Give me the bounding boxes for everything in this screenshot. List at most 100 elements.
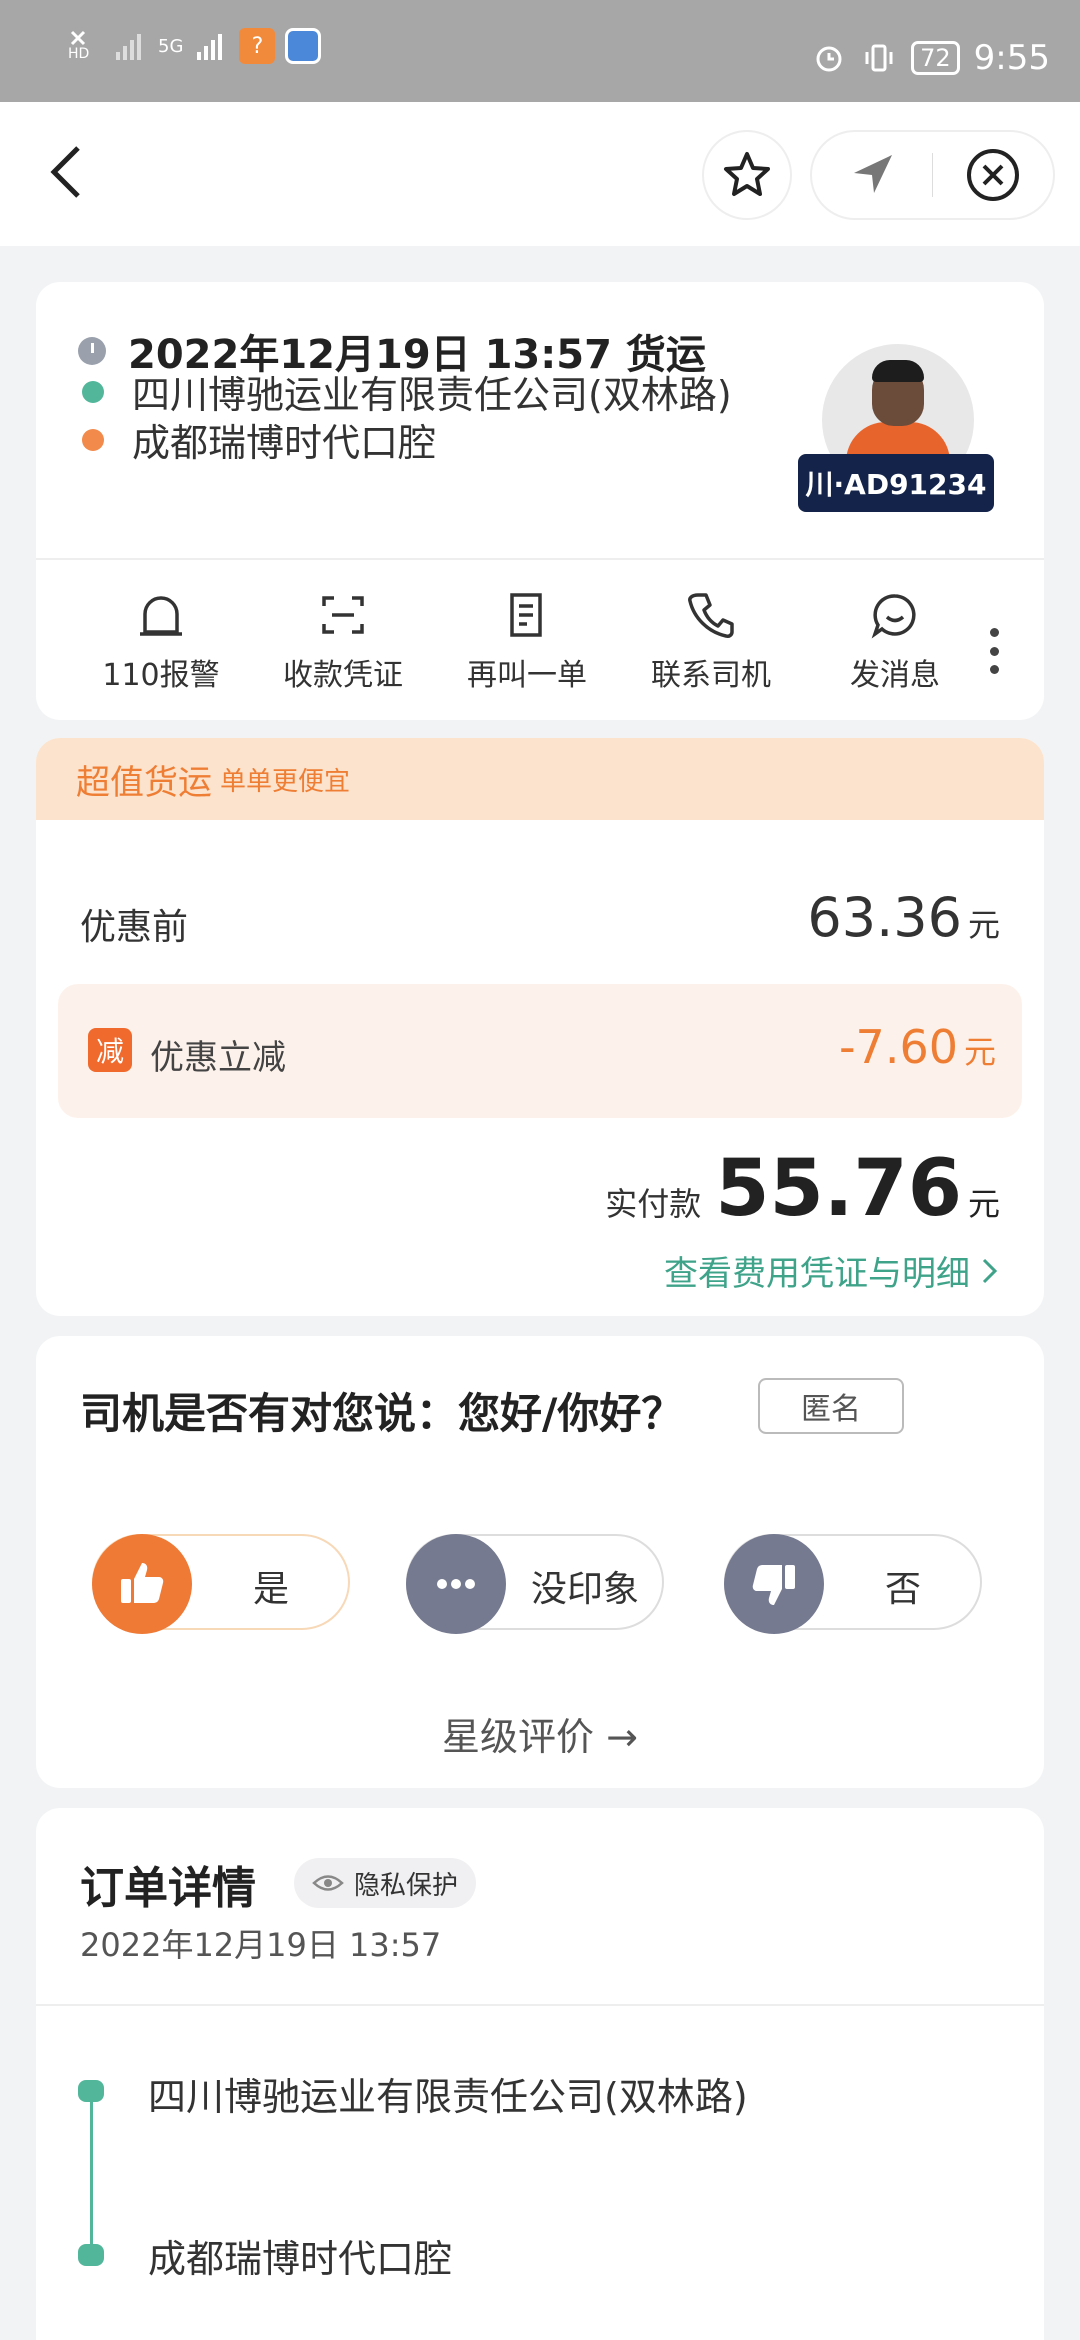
status-bar: HD 5G ? 72 9:55 bbox=[0, 0, 1080, 102]
action-label: 再叫一单 bbox=[467, 658, 587, 693]
order-date: 2022年12月19日 13:57 bbox=[80, 1926, 442, 1964]
discount-row: 减 优惠立减 -7.60 元 bbox=[58, 984, 1022, 1118]
action-label: 发消息 bbox=[850, 658, 940, 693]
promo-title: 超值货运 bbox=[76, 762, 212, 803]
pickup-marker-icon bbox=[78, 2080, 104, 2102]
trip-dropoff-row: 成都瑞博时代口腔 bbox=[82, 412, 436, 467]
navigation-arrow-icon bbox=[853, 155, 892, 193]
svg-text:HD: HD bbox=[68, 46, 89, 62]
trip-dropoff-address: 成都瑞博时代口腔 bbox=[132, 421, 437, 465]
promo-subtitle: 单单更便宜 bbox=[220, 766, 351, 797]
more-dot-icon bbox=[989, 628, 999, 637]
network-label: 5G bbox=[158, 35, 184, 57]
action-label: 110报警 bbox=[102, 658, 220, 693]
order-card-divider bbox=[36, 2004, 1044, 2006]
order-detail-title: 订单详情 bbox=[80, 1863, 256, 1914]
feedback-no-impression-button[interactable]: 没印象 bbox=[406, 1534, 664, 1634]
action-payment-receipt[interactable]: 收款凭证 bbox=[268, 588, 418, 694]
currency-unit: 元 bbox=[963, 1033, 996, 1071]
signal-icon bbox=[112, 28, 148, 64]
trip-pickup-row: 四川博驰运业有限责任公司(双林路) bbox=[82, 364, 732, 419]
action-send-message[interactable]: 发消息 bbox=[820, 588, 970, 694]
chat-bubble-icon bbox=[871, 594, 916, 639]
more-actions-button[interactable] bbox=[986, 628, 1002, 674]
privacy-label: 隐私保护 bbox=[354, 1870, 459, 1901]
clock-time: 9:55 bbox=[973, 38, 1050, 78]
discount-badge-icon: 减 bbox=[88, 1028, 132, 1072]
signal-5g-icon bbox=[193, 28, 229, 64]
order-pickup-address: 四川博驰运业有限责任公司(双林路) bbox=[148, 2075, 748, 2119]
action-label: 收款凭证 bbox=[283, 658, 403, 693]
feedback-yes-button[interactable]: 是 bbox=[92, 1534, 350, 1634]
clock-icon bbox=[78, 337, 106, 365]
reorder-document-icon bbox=[510, 593, 542, 637]
feedback-option-label: 是 bbox=[252, 1569, 289, 1610]
discount-amount: -7.60 元 bbox=[839, 1020, 996, 1074]
fee-card: 超值货运 单单更便宜 优惠前 63.36 元 减 优惠立减 -7.60 元 实付款 … bbox=[36, 738, 1044, 1316]
alarm-bell-icon bbox=[140, 596, 182, 636]
ellipsis-icon bbox=[406, 1534, 506, 1634]
action-police-alarm[interactable]: 110报警 bbox=[86, 588, 236, 694]
trip-summary-card: 2022年12月19日 13:57 货运 四川博驰运业有限责任公司(双林路) 成… bbox=[36, 282, 1044, 720]
pickup-dot-icon bbox=[82, 380, 104, 403]
app-notification-icon: ? bbox=[239, 28, 276, 64]
hd-call-icon: HD bbox=[66, 28, 102, 64]
thumbs-up-icon bbox=[92, 1534, 192, 1634]
license-plate-badge: 川·AD91234 bbox=[798, 454, 994, 512]
phone-icon bbox=[688, 593, 734, 638]
star-rating-link[interactable]: 星级评价 → bbox=[36, 1706, 1044, 1761]
original-price-label: 优惠前 bbox=[80, 907, 189, 948]
battery-level: 72 bbox=[911, 41, 960, 75]
paid-label: 实付款 bbox=[605, 1185, 702, 1223]
fee-detail-label: 查看费用凭证与明细 bbox=[664, 1254, 970, 1294]
privacy-protection-badge[interactable]: 隐私保护 bbox=[294, 1858, 477, 1908]
fee-detail-link[interactable]: 查看费用凭证与明细 bbox=[664, 1246, 1000, 1295]
paid-value: 55.76 bbox=[715, 1144, 962, 1234]
driver-feedback-card: 司机是否有对您说：您好/你好？ 匿名 是 没印象 否 星级评价 → bbox=[36, 1336, 1044, 1788]
original-price: 63.36 元 bbox=[807, 886, 1000, 949]
action-label: 联系司机 bbox=[651, 658, 771, 693]
status-bar-left: HD 5G ? bbox=[66, 28, 322, 64]
feedback-question: 司机是否有对您说：您好/你好？ bbox=[80, 1389, 684, 1438]
currency-unit: 元 bbox=[967, 906, 1000, 944]
favorite-button[interactable] bbox=[702, 130, 792, 220]
route-line bbox=[90, 2092, 93, 2252]
feedback-no-button[interactable]: 否 bbox=[724, 1534, 982, 1634]
paid-amount-row: 实付款 55.76 元 bbox=[605, 1144, 1000, 1234]
feedback-option-label: 否 bbox=[884, 1569, 921, 1610]
more-dot-icon bbox=[989, 665, 999, 674]
location-button[interactable] bbox=[812, 132, 932, 218]
action-reorder[interactable]: 再叫一单 bbox=[452, 588, 602, 694]
receipt-scan-icon bbox=[322, 596, 364, 634]
chevron-right-icon bbox=[982, 1258, 998, 1283]
feedback-option-label: 没印象 bbox=[530, 1569, 639, 1610]
browser-notification-icon bbox=[285, 28, 322, 64]
discount-value: -7.60 bbox=[838, 1020, 958, 1074]
back-button[interactable] bbox=[40, 142, 100, 202]
discount-label: 优惠立减 bbox=[150, 1038, 286, 1078]
dropoff-dot-icon bbox=[82, 428, 104, 451]
order-dropoff-address: 成都瑞博时代口腔 bbox=[148, 2237, 453, 2281]
order-detail-card: 订单详情 隐私保护 2022年12月19日 13:57 四川博驰运业有限责任公司… bbox=[36, 1808, 1044, 2340]
promo-banner: 超值货运 单单更便宜 bbox=[36, 738, 1044, 820]
close-circle-icon bbox=[967, 149, 1020, 201]
avatar-hair bbox=[872, 360, 924, 382]
alarm-clock-icon bbox=[811, 40, 847, 76]
trip-actions: 110报警 收款凭证 再叫一单 联系司机 发消息 bbox=[36, 588, 1044, 698]
more-dot-icon bbox=[989, 646, 999, 656]
mini-program-capsule bbox=[810, 130, 1055, 220]
chevron-left-icon bbox=[50, 146, 80, 198]
dropoff-marker-icon bbox=[78, 2244, 104, 2266]
currency-unit: 元 bbox=[967, 1185, 1000, 1223]
trip-pickup-address: 四川博驰运业有限责任公司(双林路) bbox=[132, 373, 732, 417]
close-button[interactable] bbox=[933, 132, 1053, 218]
trip-card-divider bbox=[36, 558, 1044, 560]
status-bar-right: 72 9:55 bbox=[811, 38, 1050, 78]
anonymous-badge: 匿名 bbox=[758, 1378, 904, 1434]
thumbs-down-icon bbox=[724, 1534, 824, 1634]
original-price-value: 63.36 bbox=[807, 886, 962, 949]
top-navigation-bar bbox=[0, 102, 1080, 246]
action-contact-driver[interactable]: 联系司机 bbox=[636, 588, 786, 694]
eye-icon bbox=[312, 1875, 344, 1891]
star-icon bbox=[724, 152, 770, 196]
